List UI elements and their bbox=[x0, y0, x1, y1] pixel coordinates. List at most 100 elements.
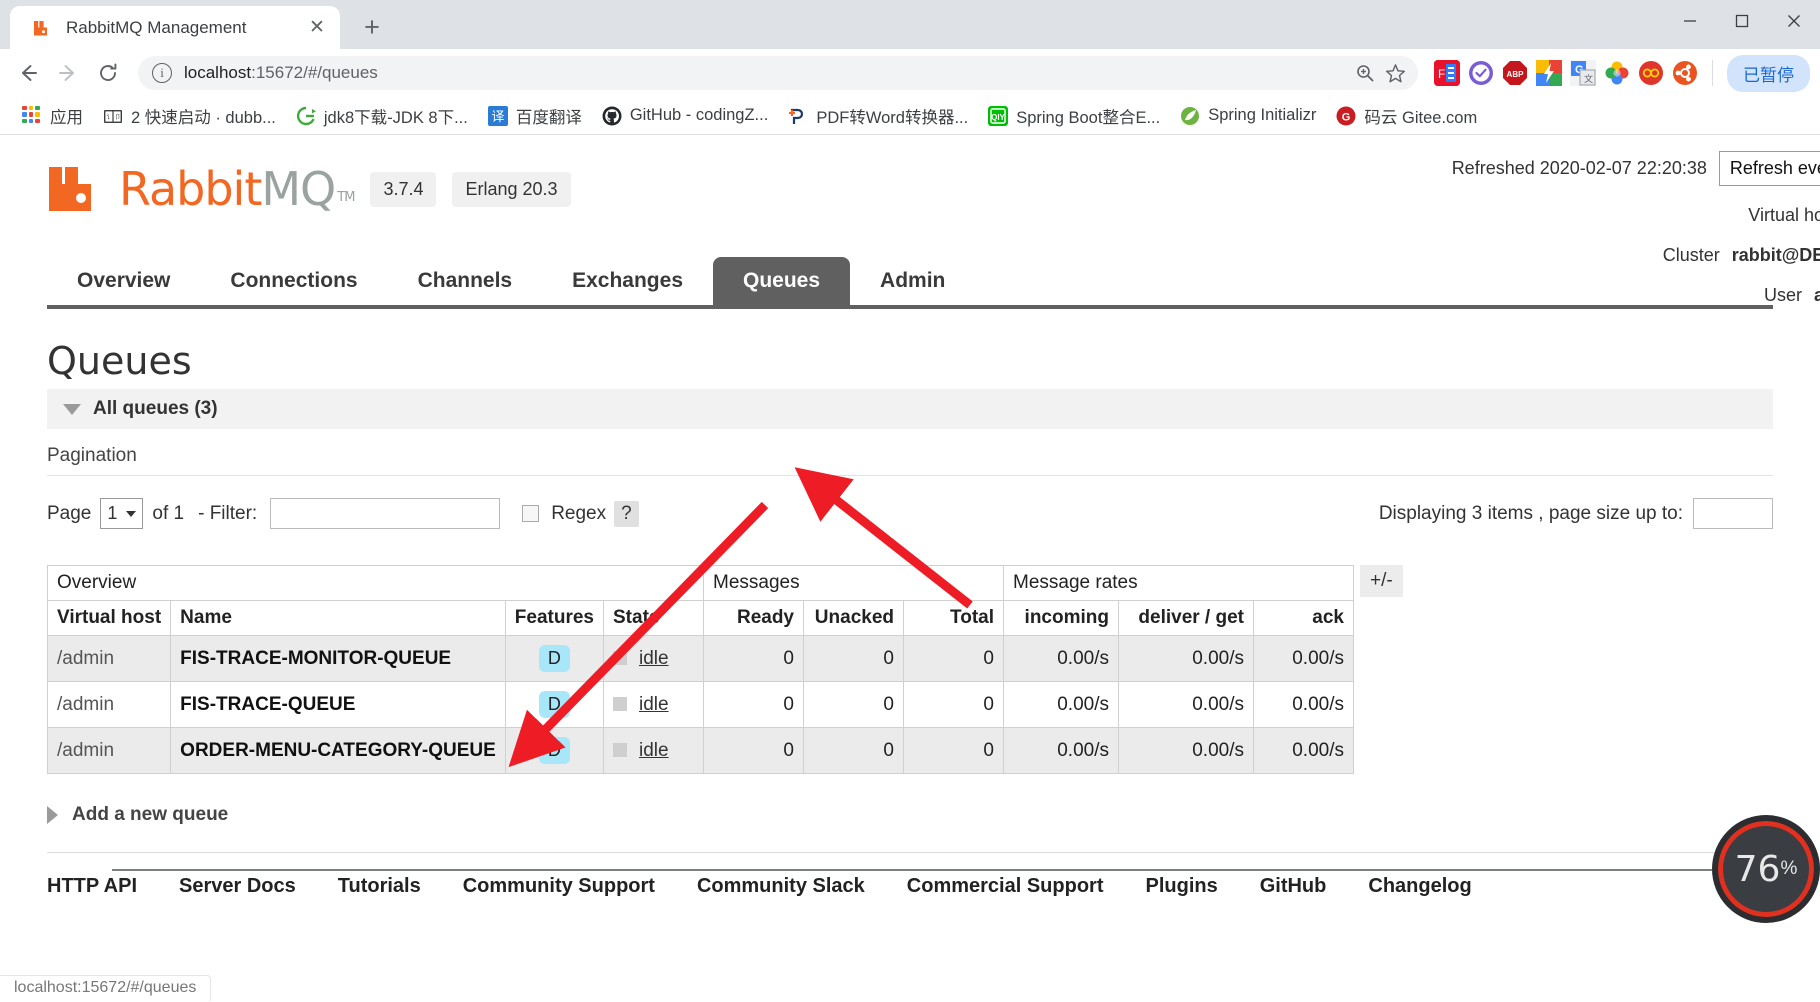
bookmark-github[interactable]: GitHub - codingZ... bbox=[594, 102, 776, 130]
footer-link-tutorials[interactable]: Tutorials bbox=[338, 875, 421, 898]
nav-tab-overview[interactable]: Overview bbox=[47, 257, 200, 305]
rabbitmq-logo-icon[interactable] bbox=[47, 165, 103, 213]
table-row[interactable]: /admin FIS-TRACE-QUEUE D idle 0 0 0 0.00… bbox=[46, 681, 1354, 728]
footer-link-changelog[interactable]: Changelog bbox=[1368, 875, 1471, 898]
column-name[interactable]: Name bbox=[170, 600, 506, 636]
column-virtual-host[interactable]: Virtual host bbox=[46, 600, 172, 636]
queues-table: Overview Messages Message rates Virtual … bbox=[46, 565, 1354, 774]
footer-link-github[interactable]: GitHub bbox=[1260, 875, 1327, 898]
ubuntu-extension-icon[interactable] bbox=[1672, 60, 1698, 86]
column-features[interactable]: Features bbox=[504, 600, 605, 636]
minimize-icon[interactable] bbox=[1664, 0, 1716, 42]
bookmark-spring-initializr[interactable]: Spring Initializr bbox=[1172, 102, 1324, 130]
page-select[interactable]: 1 bbox=[100, 498, 144, 529]
cell-state: idle bbox=[603, 635, 704, 682]
star-icon[interactable] bbox=[1380, 58, 1410, 88]
adblock-plus-icon[interactable]: ABP bbox=[1502, 60, 1528, 86]
filter-input[interactable] bbox=[270, 498, 501, 529]
cluster-label: Cluster bbox=[1662, 245, 1720, 265]
nav-tab-exchanges[interactable]: Exchanges bbox=[542, 257, 713, 305]
photos-extension-icon[interactable] bbox=[1604, 60, 1630, 86]
toggle-columns-button[interactable]: +/- bbox=[1360, 565, 1403, 597]
regex-help-button[interactable]: ? bbox=[614, 500, 639, 527]
bookmark-apps[interactable]: 应用 bbox=[14, 100, 91, 132]
svg-text:F: F bbox=[1438, 67, 1445, 81]
bookmark-label: 2 快速启动 · dubb... bbox=[131, 108, 276, 127]
nav-tab-queues[interactable]: Queues bbox=[713, 257, 851, 305]
column-deliver-get[interactable]: deliver / get bbox=[1118, 600, 1254, 636]
info-circle-icon[interactable]: i bbox=[152, 63, 172, 83]
bookmark-label: 百度翻译 bbox=[515, 108, 582, 127]
close-icon[interactable]: ✕ bbox=[304, 15, 330, 41]
footer-link-community-support[interactable]: Community Support bbox=[463, 875, 655, 898]
browser-tab[interactable]: RabbitMQ Management ✕ bbox=[10, 6, 340, 49]
column-state[interactable]: State bbox=[603, 600, 704, 636]
cell-queue-name[interactable]: FIS-TRACE-MONITOR-QUEUE bbox=[170, 635, 506, 682]
maximize-icon[interactable] bbox=[1716, 0, 1768, 42]
all-queues-section-header[interactable]: All queues (3) bbox=[47, 389, 1773, 429]
cell-ready: 0 bbox=[703, 681, 804, 728]
chevron-down-icon bbox=[126, 510, 137, 517]
vhost-label: Virtual host bbox=[1748, 205, 1820, 225]
toolbar-divider bbox=[1712, 60, 1713, 86]
chevron-right-icon[interactable] bbox=[47, 806, 58, 824]
column-ready[interactable]: Ready bbox=[703, 600, 804, 636]
cell-state: idle bbox=[603, 681, 704, 728]
table-row[interactable]: /admin ORDER-MENU-CATEGORY-QUEUE D idle … bbox=[46, 727, 1354, 774]
zoom-in-icon[interactable] bbox=[1350, 58, 1380, 88]
reload-icon[interactable] bbox=[90, 55, 126, 91]
column-total[interactable]: Total bbox=[903, 600, 1004, 636]
google-translate-icon[interactable]: G文 bbox=[1570, 60, 1596, 86]
cell-unacked: 0 bbox=[803, 727, 904, 774]
cell-unacked: 0 bbox=[803, 681, 904, 728]
footer-link-community-slack[interactable]: Community Slack bbox=[697, 875, 865, 898]
add-queue-section[interactable]: Add a new queue bbox=[47, 804, 1820, 826]
paused-badge[interactable]: 已暂停 bbox=[1727, 54, 1810, 92]
lightning-extension-icon[interactable] bbox=[1536, 60, 1562, 86]
table-row[interactable]: /admin FIS-TRACE-MONITOR-QUEUE D idle 0 … bbox=[46, 635, 1354, 682]
logo-text: RabbitMQ TM bbox=[119, 166, 355, 212]
bookmark-jdk8[interactable]: jdk8下载-JDK 8下... bbox=[288, 100, 476, 132]
svg-text:G: G bbox=[1342, 111, 1351, 123]
footer-link-http-api[interactable]: HTTP API bbox=[47, 875, 137, 898]
plus-icon[interactable]: + bbox=[354, 9, 390, 45]
gitee-icon: G bbox=[1336, 106, 1356, 126]
displaying-label: Displaying 3 items , page size up to: bbox=[1378, 502, 1683, 524]
bookmark-dubbo[interactable]: 讠卩 2 快速启动 · dubb... bbox=[95, 100, 284, 132]
cell-queue-name[interactable]: FIS-TRACE-QUEUE bbox=[170, 681, 506, 728]
cell-incoming: 0.00/s bbox=[1003, 727, 1119, 774]
bookmark-springboot[interactable]: QIY Spring Boot整合E... bbox=[980, 100, 1168, 132]
infinity-extension-icon[interactable] bbox=[1638, 60, 1664, 86]
spring-leaf-icon bbox=[1180, 106, 1200, 126]
nav-tab-admin[interactable]: Admin bbox=[850, 257, 975, 305]
state-indicator-icon bbox=[613, 697, 627, 712]
bookmark-baidu-translate[interactable]: 译 百度翻译 bbox=[480, 100, 590, 132]
footer-link-server-docs[interactable]: Server Docs bbox=[179, 875, 296, 898]
footer-link-commercial-support[interactable]: Commercial Support bbox=[907, 875, 1104, 898]
fe-extension-icon[interactable]: F bbox=[1434, 60, 1460, 86]
refresh-interval-select[interactable]: Refresh every 5 seconds bbox=[1718, 151, 1820, 186]
translate-icon: 译 bbox=[487, 105, 508, 126]
address-bar[interactable]: i localhost:15672/#/queues bbox=[138, 56, 1418, 90]
column-ack[interactable]: ack bbox=[1253, 600, 1354, 636]
column-unacked[interactable]: Unacked bbox=[803, 600, 904, 636]
bookmark-pdf2word[interactable]: PDF转Word转换器... bbox=[780, 100, 976, 132]
svg-text:卩: 卩 bbox=[115, 114, 121, 121]
forward-arrow-icon[interactable] bbox=[50, 55, 86, 91]
regex-checkbox[interactable] bbox=[522, 505, 540, 522]
back-arrow-icon[interactable] bbox=[10, 55, 46, 91]
cell-queue-name[interactable]: ORDER-MENU-CATEGORY-QUEUE bbox=[170, 727, 506, 774]
close-window-icon[interactable] bbox=[1768, 0, 1820, 42]
nav-tab-channels[interactable]: Channels bbox=[388, 257, 543, 305]
column-incoming[interactable]: incoming bbox=[1003, 600, 1119, 636]
page-size-input[interactable] bbox=[1693, 498, 1773, 529]
cluster-name: rabbit@DESKTOP-0SHD bbox=[1731, 245, 1820, 265]
footer-link-plugins[interactable]: Plugins bbox=[1145, 875, 1217, 898]
bookmark-gitee[interactable]: G 码云 Gitee.com bbox=[1328, 100, 1485, 132]
regex-label: Regex bbox=[551, 502, 607, 524]
nav-tab-connections[interactable]: Connections bbox=[200, 257, 387, 305]
window-controls bbox=[1664, 0, 1820, 42]
queues-table-wrap: Overview Messages Message rates Virtual … bbox=[46, 565, 1820, 774]
chevron-down-icon[interactable] bbox=[63, 403, 81, 415]
check-circle-extension-icon[interactable] bbox=[1468, 60, 1494, 86]
